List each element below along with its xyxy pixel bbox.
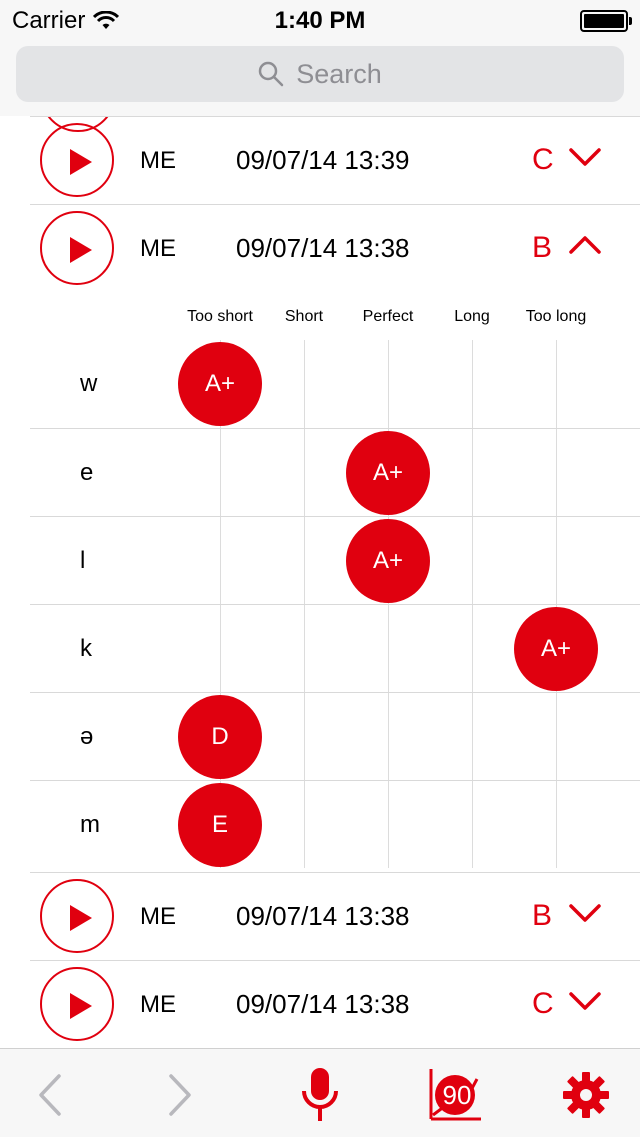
forward-arrow-icon: [169, 1074, 191, 1116]
phoneme-grade-marker[interactable]: D: [178, 695, 262, 779]
battery-icon: [580, 10, 632, 32]
chevron-down-icon[interactable]: [568, 145, 602, 169]
search-icon: [258, 61, 284, 87]
phoneme-grade-marker[interactable]: A+: [514, 607, 598, 691]
score-button[interactable]: 90: [424, 1067, 484, 1123]
recording-speaker: ME: [140, 903, 176, 930]
play-button[interactable]: [40, 967, 114, 1041]
recordings-list[interactable]: ME 09/07/14 13:39 C ME 09/07/14 13:38 B …: [0, 116, 640, 1048]
back-button[interactable]: [20, 1067, 80, 1123]
bottom-toolbar: 90: [0, 1048, 640, 1137]
chevron-up-icon[interactable]: [568, 233, 602, 257]
record-button[interactable]: [290, 1067, 350, 1123]
chevron-down-icon[interactable]: [568, 901, 602, 925]
recording-grade: B: [532, 231, 553, 264]
recording-row-expanded[interactable]: ME 09/07/14 13:38 B: [30, 204, 640, 293]
phoneme-symbol: ə: [80, 723, 94, 750]
phoneme-row: e A+: [30, 428, 640, 517]
gear-icon: [563, 1072, 609, 1118]
search-input[interactable]: Search: [16, 46, 624, 102]
phoneme-duration-grid: Too short Short Perfect Long Too long w …: [30, 292, 640, 868]
recording-datetime: 09/07/14 13:39: [236, 145, 410, 175]
recording-speaker: ME: [140, 991, 176, 1018]
phoneme-symbol: k: [80, 635, 92, 662]
forward-button[interactable]: [150, 1067, 210, 1123]
status-time: 1:40 PM: [274, 7, 366, 34]
recording-speaker: ME: [140, 235, 176, 262]
recording-grade: C: [532, 143, 554, 176]
phoneme-row: m E: [30, 780, 640, 869]
recording-grade: B: [532, 899, 553, 932]
recording-datetime: 09/07/14 13:38: [236, 901, 410, 931]
phoneme-grade-marker[interactable]: E: [178, 783, 262, 867]
search-placeholder: Search: [296, 58, 382, 89]
settings-button[interactable]: [556, 1067, 616, 1123]
recording-speaker: ME: [140, 147, 176, 174]
phoneme-grade-marker[interactable]: A+: [346, 519, 430, 603]
chevron-down-icon[interactable]: [568, 989, 602, 1013]
play-button[interactable]: [40, 123, 114, 197]
phoneme-row: w A+: [30, 340, 640, 428]
recording-datetime: 09/07/14 13:38: [236, 233, 410, 263]
recording-row[interactable]: ME 09/07/14 13:39 C: [30, 116, 640, 205]
phoneme-row: ə D: [30, 692, 640, 781]
status-bar: Carrier 1:40 PM: [0, 0, 640, 40]
recording-row[interactable]: ME 09/07/14 13:38 C: [30, 960, 640, 1048]
recording-datetime: 09/07/14 13:38: [236, 989, 410, 1019]
recording-row[interactable]: ME 09/07/14 13:38 B: [30, 872, 640, 961]
score-badge: 90: [442, 1080, 472, 1110]
phoneme-symbol: w: [80, 370, 98, 397]
recording-grade: C: [532, 987, 554, 1020]
column-header-too-long: Too long: [525, 308, 587, 325]
phoneme-grade-marker[interactable]: A+: [346, 431, 430, 515]
phoneme-grade-marker[interactable]: A+: [178, 342, 262, 426]
phoneme-row: l A+: [30, 516, 640, 605]
play-button[interactable]: [40, 211, 114, 285]
phoneme-symbol: m: [80, 811, 100, 838]
phoneme-symbol: l: [80, 547, 86, 574]
search-bar: Search: [0, 40, 640, 116]
play-button[interactable]: [40, 879, 114, 953]
back-arrow-icon: [39, 1074, 61, 1116]
phoneme-row: k A+: [30, 604, 640, 693]
microphone-icon: [302, 1068, 338, 1121]
phoneme-symbol: e: [80, 459, 94, 486]
